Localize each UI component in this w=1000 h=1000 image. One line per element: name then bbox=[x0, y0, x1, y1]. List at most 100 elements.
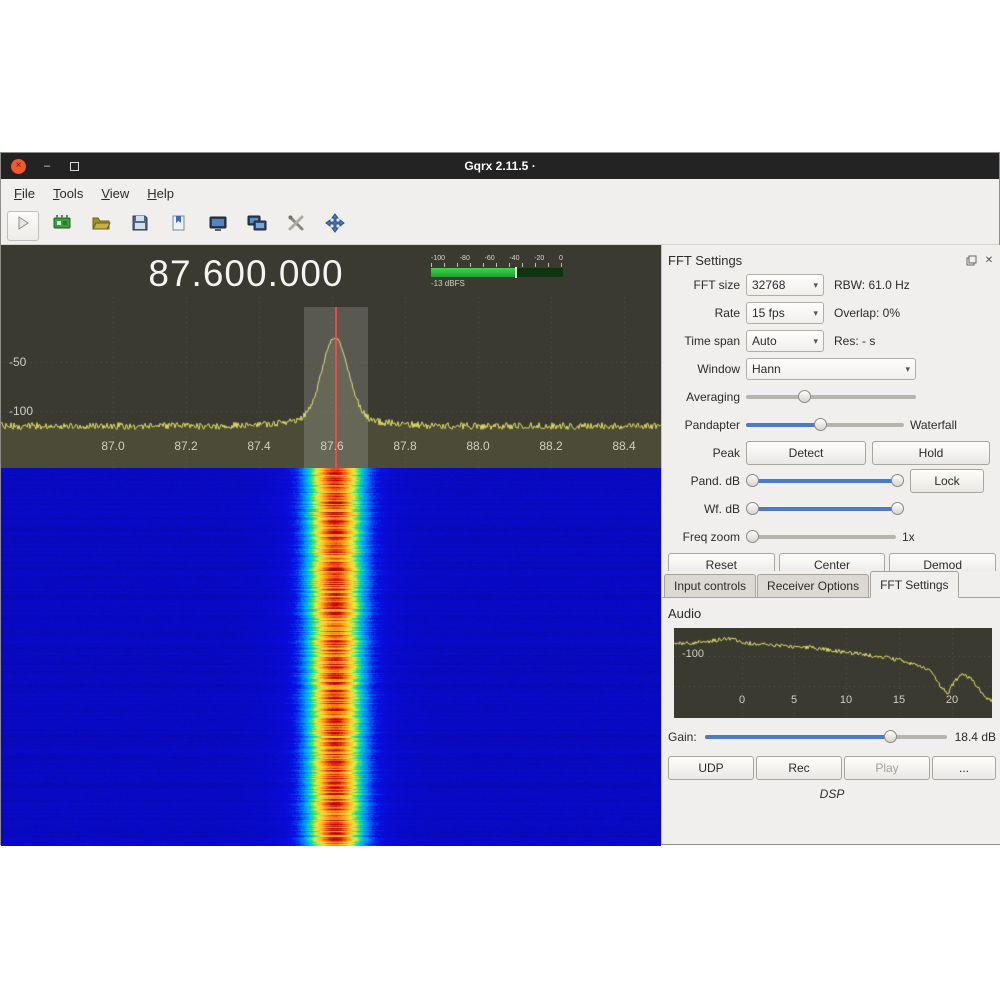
freq-zoom-slider[interactable] bbox=[746, 526, 896, 548]
frequency-display[interactable]: 87.600.000 bbox=[1, 253, 491, 295]
pand-db-range-slider[interactable] bbox=[746, 470, 904, 492]
save-icon bbox=[131, 214, 149, 237]
slider-fill bbox=[752, 507, 898, 511]
menu-view[interactable]: View bbox=[92, 182, 138, 205]
devices-icon bbox=[52, 214, 72, 237]
configure-devices-button[interactable] bbox=[46, 211, 78, 241]
fft-settings-panel: FFT Settings ✕ FFT size 32768 ▾ RBW: 61.… bbox=[661, 245, 1000, 844]
title-bar: × – Gqrx 2.11.5 · bbox=[1, 153, 999, 179]
meter-scale: -100 -80 -60 -40 -20 0 bbox=[431, 255, 563, 262]
meter-tick: 0 bbox=[559, 255, 563, 262]
audio-db-tick: -100 bbox=[682, 648, 704, 660]
freq-tick: 87.8 bbox=[383, 439, 427, 453]
menu-help[interactable]: Help bbox=[138, 182, 183, 205]
slider-fill bbox=[746, 423, 820, 427]
pand-db-row: Pand. dB Lock bbox=[668, 467, 996, 495]
tab-receiver-options[interactable]: Receiver Options bbox=[757, 574, 869, 597]
audio-freq-tick: 20 bbox=[939, 694, 965, 706]
peak-detect-button[interactable]: Detect bbox=[746, 441, 866, 465]
meter-marker bbox=[515, 267, 517, 278]
slider-handle-low[interactable] bbox=[746, 474, 759, 487]
panel-title: FFT Settings bbox=[668, 253, 960, 268]
time-span-label: Time span bbox=[668, 334, 740, 348]
wf-db-row: Wf. dB bbox=[668, 495, 996, 523]
slider-handle[interactable] bbox=[746, 530, 759, 543]
float-dock-icon[interactable] bbox=[964, 253, 978, 267]
meter-fill bbox=[431, 268, 515, 277]
toolbar bbox=[1, 207, 999, 245]
freq-tick: 88.4 bbox=[602, 439, 646, 453]
freq-tick: 87.0 bbox=[91, 439, 135, 453]
maximize-button[interactable] bbox=[70, 162, 79, 171]
freq-zoom-label: Freq zoom bbox=[668, 530, 740, 544]
audio-freq-tick: 15 bbox=[886, 694, 912, 706]
chevron-down-icon: ▾ bbox=[813, 280, 818, 291]
pand-db-label: Pand. dB bbox=[668, 474, 740, 488]
slider-handle-low[interactable] bbox=[746, 502, 759, 515]
main-area: 87.600.000 -100 -80 -60 -40 -20 0 bbox=[1, 245, 999, 844]
tab-fft-settings[interactable]: FFT Settings bbox=[870, 571, 958, 598]
freq-tick: 87.4 bbox=[237, 439, 281, 453]
minimize-button[interactable]: – bbox=[44, 160, 50, 172]
dock-header: FFT Settings ✕ bbox=[668, 249, 996, 271]
window-select[interactable]: Hann ▾ bbox=[746, 358, 916, 380]
center-frequency-button[interactable] bbox=[319, 211, 351, 241]
audio-spectrum[interactable]: -100 0 5 10 15 20 bbox=[674, 628, 992, 718]
peak-hold-button[interactable]: Hold bbox=[872, 441, 990, 465]
peak-label: Peak bbox=[668, 446, 740, 460]
rbw-value: RBW: 61.0 Hz bbox=[834, 278, 910, 292]
tab-input-controls[interactable]: Input controls bbox=[664, 574, 756, 597]
slider-handle-high[interactable] bbox=[891, 474, 904, 487]
save-button[interactable] bbox=[124, 211, 156, 241]
udp-button[interactable]: UDP bbox=[668, 756, 754, 780]
time-span-row: Time span Auto ▾ Res: - s bbox=[668, 327, 996, 355]
audio-freq-tick: 10 bbox=[833, 694, 859, 706]
record-button[interactable] bbox=[202, 211, 234, 241]
slider-handle-high[interactable] bbox=[891, 502, 904, 515]
window-title: Gqrx 2.11.5 · bbox=[1, 159, 999, 173]
record-icon bbox=[208, 214, 228, 237]
demod-button[interactable]: Demod bbox=[889, 553, 996, 571]
close-dock-icon[interactable]: ✕ bbox=[982, 253, 996, 267]
pandapter[interactable]: 87.600.000 -100 -80 -60 -40 -20 0 bbox=[1, 245, 661, 468]
reset-button[interactable]: Reset bbox=[668, 553, 775, 571]
crosshair-icon bbox=[325, 213, 345, 238]
rec-button[interactable]: Rec bbox=[756, 756, 842, 780]
lock-button[interactable]: Lock bbox=[910, 469, 984, 493]
averaging-slider[interactable] bbox=[746, 386, 916, 408]
fft-size-select[interactable]: 32768 ▾ bbox=[746, 274, 824, 296]
pandapter-row: Pandapter Waterfall bbox=[668, 411, 996, 439]
slider-handle[interactable] bbox=[884, 730, 897, 743]
freq-tick: 88.2 bbox=[529, 439, 573, 453]
tools-button[interactable] bbox=[280, 211, 312, 241]
wf-db-range-slider[interactable] bbox=[746, 498, 904, 520]
remote-button[interactable] bbox=[241, 211, 273, 241]
slider-groove bbox=[746, 395, 916, 399]
meter-tick: -100 bbox=[431, 255, 445, 262]
start-dsp-button[interactable] bbox=[7, 211, 39, 241]
meter-tick: -80 bbox=[460, 255, 470, 262]
rate-select[interactable]: 15 fps ▾ bbox=[746, 302, 824, 324]
menu-file[interactable]: File bbox=[5, 182, 44, 205]
res-value: Res: - s bbox=[834, 334, 875, 348]
bookmarks-button[interactable] bbox=[163, 211, 195, 241]
slider-handle[interactable] bbox=[798, 390, 811, 403]
waterfall[interactable] bbox=[1, 468, 661, 846]
slider-handle[interactable] bbox=[814, 418, 827, 431]
pandapter-split-slider[interactable] bbox=[746, 414, 904, 436]
slider-fill bbox=[752, 479, 898, 483]
bookmark-icon bbox=[170, 214, 188, 237]
play-button[interactable]: Play bbox=[844, 756, 930, 780]
menu-tools[interactable]: Tools bbox=[44, 182, 92, 205]
dsp-dock-label: DSP bbox=[668, 787, 996, 801]
gain-slider[interactable] bbox=[705, 726, 947, 748]
window-row: Window Hann ▾ bbox=[668, 355, 996, 383]
meter-tick: -40 bbox=[509, 255, 519, 262]
open-button[interactable] bbox=[85, 211, 117, 241]
db-axis-tick: -100 bbox=[9, 404, 33, 418]
time-span-select[interactable]: Auto ▾ bbox=[746, 330, 824, 352]
close-button[interactable]: × bbox=[11, 159, 26, 174]
center-button[interactable]: Center bbox=[779, 553, 886, 571]
open-folder-icon bbox=[91, 214, 111, 237]
more-button[interactable]: ... bbox=[932, 756, 996, 780]
